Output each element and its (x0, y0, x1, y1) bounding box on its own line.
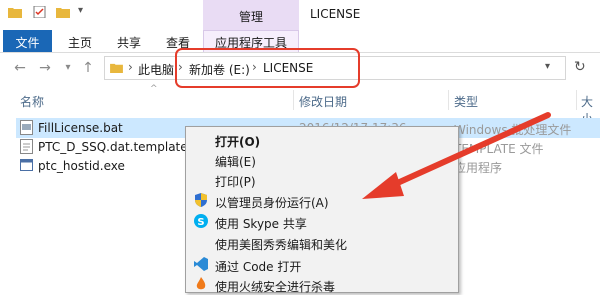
annotation-arrow (362, 112, 551, 199)
